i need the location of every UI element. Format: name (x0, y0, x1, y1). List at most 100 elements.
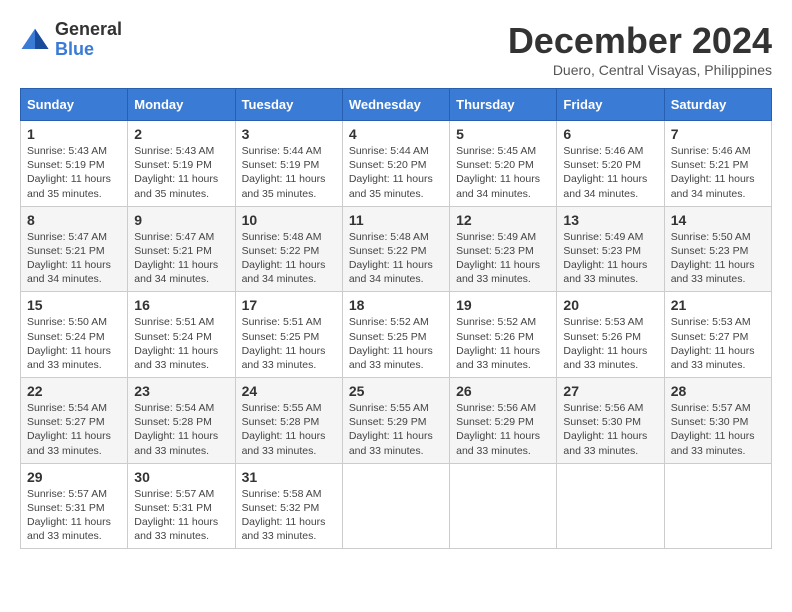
day-info: Sunrise: 5:43 AMSunset: 5:19 PMDaylight:… (134, 144, 228, 201)
day-of-week-header: Sunday (21, 89, 128, 121)
day-info: Sunrise: 5:46 AMSunset: 5:21 PMDaylight:… (671, 144, 765, 201)
calendar-cell: 11 Sunrise: 5:48 AMSunset: 5:22 PMDayligh… (342, 206, 449, 292)
calendar-cell: 27 Sunrise: 5:56 AMSunset: 5:30 PMDayligh… (557, 378, 664, 464)
day-info: Sunrise: 5:58 AMSunset: 5:32 PMDaylight:… (242, 487, 336, 544)
day-info: Sunrise: 5:48 AMSunset: 5:22 PMDaylight:… (242, 230, 336, 287)
logo-text: General Blue (55, 20, 122, 60)
day-of-week-header: Saturday (664, 89, 771, 121)
calendar-cell: 14 Sunrise: 5:50 AMSunset: 5:23 PMDayligh… (664, 206, 771, 292)
day-number: 1 (27, 126, 121, 142)
day-number: 5 (456, 126, 550, 142)
day-number: 12 (456, 212, 550, 228)
day-number: 31 (242, 469, 336, 485)
logo-general: General (55, 20, 122, 40)
day-number: 21 (671, 297, 765, 313)
calendar-cell (450, 463, 557, 549)
calendar-cell: 24 Sunrise: 5:55 AMSunset: 5:28 PMDayligh… (235, 378, 342, 464)
calendar-header-row: SundayMondayTuesdayWednesdayThursdayFrid… (21, 89, 772, 121)
calendar-cell (557, 463, 664, 549)
calendar-cell: 4 Sunrise: 5:44 AMSunset: 5:20 PMDaylight… (342, 121, 449, 207)
day-info: Sunrise: 5:45 AMSunset: 5:20 PMDaylight:… (456, 144, 550, 201)
calendar-cell: 23Sunrise: 5:54 AMSunset: 5:28 PMDayligh… (128, 378, 235, 464)
day-number: 25 (349, 383, 443, 399)
month-title: December 2024 (508, 20, 772, 62)
day-info: Sunrise: 5:55 AMSunset: 5:28 PMDaylight:… (242, 401, 336, 458)
calendar-cell: 1 Sunrise: 5:43 AMSunset: 5:19 PMDaylight… (21, 121, 128, 207)
day-number: 29 (27, 469, 121, 485)
logo-icon (20, 25, 50, 55)
calendar-cell: 15Sunrise: 5:50 AMSunset: 5:24 PMDayligh… (21, 292, 128, 378)
day-number: 7 (671, 126, 765, 142)
day-info: Sunrise: 5:48 AMSunset: 5:22 PMDaylight:… (349, 230, 443, 287)
day-number: 17 (242, 297, 336, 313)
day-number: 11 (349, 212, 443, 228)
day-of-week-header: Thursday (450, 89, 557, 121)
day-number: 3 (242, 126, 336, 142)
day-info: Sunrise: 5:56 AMSunset: 5:30 PMDaylight:… (563, 401, 657, 458)
day-info: Sunrise: 5:44 AMSunset: 5:20 PMDaylight:… (349, 144, 443, 201)
day-info: Sunrise: 5:54 AMSunset: 5:27 PMDaylight:… (27, 401, 121, 458)
calendar-cell (342, 463, 449, 549)
day-number: 9 (134, 212, 228, 228)
calendar-cell: 16 Sunrise: 5:51 AMSunset: 5:24 PMDayligh… (128, 292, 235, 378)
calendar-cell: 5 Sunrise: 5:45 AMSunset: 5:20 PMDaylight… (450, 121, 557, 207)
day-info: Sunrise: 5:51 AMSunset: 5:24 PMDaylight:… (134, 315, 228, 372)
day-info: Sunrise: 5:57 AMSunset: 5:30 PMDaylight:… (671, 401, 765, 458)
day-of-week-header: Tuesday (235, 89, 342, 121)
day-number: 22 (27, 383, 121, 399)
day-info: Sunrise: 5:47 AMSunset: 5:21 PMDaylight:… (134, 230, 228, 287)
day-info: Sunrise: 5:57 AMSunset: 5:31 PMDaylight:… (27, 487, 121, 544)
calendar-cell: 22 Sunrise: 5:54 AMSunset: 5:27 PMDayligh… (21, 378, 128, 464)
calendar-cell: 30Sunrise: 5:57 AMSunset: 5:31 PMDayligh… (128, 463, 235, 549)
calendar-cell: 2 Sunrise: 5:43 AMSunset: 5:19 PMDaylight… (128, 121, 235, 207)
location: Duero, Central Visayas, Philippines (508, 62, 772, 78)
day-info: Sunrise: 5:50 AMSunset: 5:23 PMDaylight:… (671, 230, 765, 287)
calendar-week-row: 22 Sunrise: 5:54 AMSunset: 5:27 PMDayligh… (21, 378, 772, 464)
calendar-cell: 9 Sunrise: 5:47 AMSunset: 5:21 PMDaylight… (128, 206, 235, 292)
day-number: 15 (27, 297, 121, 313)
calendar-week-row: 1 Sunrise: 5:43 AMSunset: 5:19 PMDaylight… (21, 121, 772, 207)
day-number: 24 (242, 383, 336, 399)
day-number: 2 (134, 126, 228, 142)
day-number: 28 (671, 383, 765, 399)
day-info: Sunrise: 5:55 AMSunset: 5:29 PMDaylight:… (349, 401, 443, 458)
calendar-cell: 19Sunrise: 5:52 AMSunset: 5:26 PMDayligh… (450, 292, 557, 378)
calendar-cell: 25 Sunrise: 5:55 AMSunset: 5:29 PMDayligh… (342, 378, 449, 464)
calendar-cell: 10 Sunrise: 5:48 AMSunset: 5:22 PMDayligh… (235, 206, 342, 292)
calendar-cell: 12Sunrise: 5:49 AMSunset: 5:23 PMDayligh… (450, 206, 557, 292)
logo: General Blue (20, 20, 122, 60)
day-info: Sunrise: 5:51 AMSunset: 5:25 PMDaylight:… (242, 315, 336, 372)
day-number: 4 (349, 126, 443, 142)
calendar-cell (664, 463, 771, 549)
day-number: 8 (27, 212, 121, 228)
day-number: 19 (456, 297, 550, 313)
day-info: Sunrise: 5:53 AMSunset: 5:27 PMDaylight:… (671, 315, 765, 372)
page-header: General Blue December 2024 Duero, Centra… (20, 20, 772, 78)
day-info: Sunrise: 5:54 AMSunset: 5:28 PMDaylight:… (134, 401, 228, 458)
day-number: 10 (242, 212, 336, 228)
day-number: 16 (134, 297, 228, 313)
day-number: 6 (563, 126, 657, 142)
calendar-week-row: 29 Sunrise: 5:57 AMSunset: 5:31 PMDayligh… (21, 463, 772, 549)
day-info: Sunrise: 5:53 AMSunset: 5:26 PMDaylight:… (563, 315, 657, 372)
day-info: Sunrise: 5:46 AMSunset: 5:20 PMDaylight:… (563, 144, 657, 201)
calendar-cell: 29 Sunrise: 5:57 AMSunset: 5:31 PMDayligh… (21, 463, 128, 549)
calendar-cell: 31 Sunrise: 5:58 AMSunset: 5:32 PMDayligh… (235, 463, 342, 549)
calendar-cell: 20Sunrise: 5:53 AMSunset: 5:26 PMDayligh… (557, 292, 664, 378)
day-number: 18 (349, 297, 443, 313)
calendar-cell: 3 Sunrise: 5:44 AMSunset: 5:19 PMDaylight… (235, 121, 342, 207)
day-of-week-header: Monday (128, 89, 235, 121)
day-number: 14 (671, 212, 765, 228)
calendar-cell: 28 Sunrise: 5:57 AMSunset: 5:30 PMDayligh… (664, 378, 771, 464)
logo-blue: Blue (55, 40, 122, 60)
day-number: 27 (563, 383, 657, 399)
day-of-week-header: Friday (557, 89, 664, 121)
day-info: Sunrise: 5:44 AMSunset: 5:19 PMDaylight:… (242, 144, 336, 201)
day-info: Sunrise: 5:52 AMSunset: 5:25 PMDaylight:… (349, 315, 443, 372)
calendar-cell: 13Sunrise: 5:49 AMSunset: 5:23 PMDayligh… (557, 206, 664, 292)
day-number: 13 (563, 212, 657, 228)
day-info: Sunrise: 5:43 AMSunset: 5:19 PMDaylight:… (27, 144, 121, 201)
calendar-cell: 7 Sunrise: 5:46 AMSunset: 5:21 PMDaylight… (664, 121, 771, 207)
calendar-week-row: 8 Sunrise: 5:47 AMSunset: 5:21 PMDaylight… (21, 206, 772, 292)
calendar-table: SundayMondayTuesdayWednesdayThursdayFrid… (20, 88, 772, 549)
